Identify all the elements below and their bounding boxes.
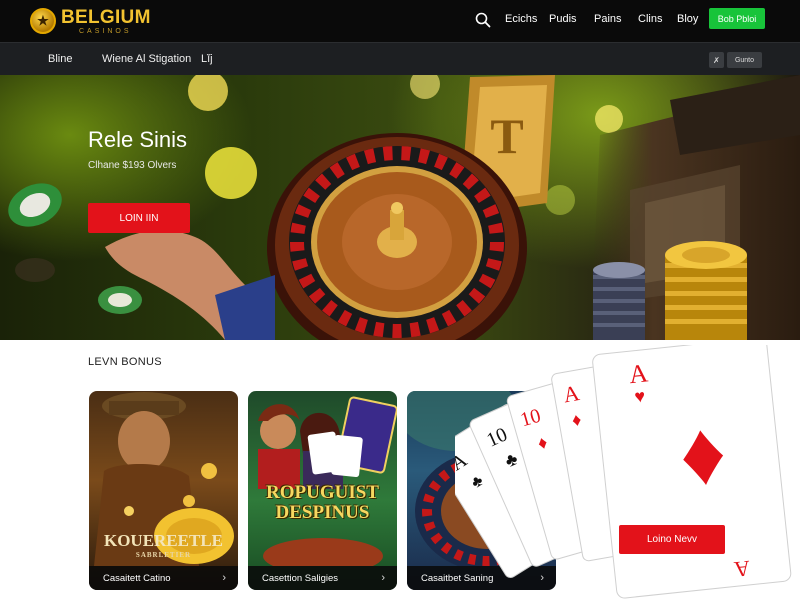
secondary-nav-bar: Bline Wiene Al Stigation Lĭj ✗ Gunto (0, 42, 800, 75)
nav-link-blog[interactable]: Bloy (677, 13, 698, 25)
nav-link-2[interactable]: Pudis (549, 13, 577, 25)
nav-link-1[interactable]: Ecichs (505, 13, 537, 25)
chip-stacks (593, 241, 747, 340)
signup-button[interactable]: Bob Pbloi (709, 8, 765, 29)
logo-emblem-icon: ★ (30, 8, 56, 34)
game-card-1-subtitle: SABRLETIER (135, 551, 192, 559)
promo-join-button[interactable]: Loino Nevv (619, 525, 725, 554)
hero-join-button[interactable]: LOIN IIN (88, 203, 190, 233)
game-card-2-artwork (258, 396, 397, 566)
svg-text:A: A (628, 358, 650, 389)
bokeh-light (188, 75, 228, 111)
hero-subtitle: Clhane $193 Olvers (88, 160, 177, 171)
game-card-1[interactable]: KOUEREETLE SABRLETIER Casaitett Catino › (89, 391, 238, 590)
game-card-1-caption: Casaitett Catino › (89, 566, 238, 590)
playing-card-ace-hearts: A ♥ ♦ A (592, 345, 792, 599)
search-icon[interactable] (474, 11, 492, 29)
hero-title: Rele Sinis (88, 127, 188, 152)
bokeh-light (205, 147, 257, 199)
playing-cards-fan: A ♣ 10 ♣ 10 ♦ A ♦ A ♥ ♦ A (455, 345, 792, 599)
poker-chips-left (8, 183, 62, 282)
nav-link-4[interactable]: Clins (638, 13, 662, 25)
top-navigation-bar: ★ BELGIUM CASINOS Ecichs Pudis Pains Cli… (0, 0, 800, 42)
game-card-1-caption-text: Casaitett Catino (103, 572, 171, 584)
subnav-option-button[interactable]: Gunto (727, 52, 762, 68)
bokeh-light (410, 75, 440, 99)
logo-wordmark: BELGIUM (61, 6, 151, 28)
chevron-right-icon[interactable]: › (381, 572, 385, 584)
svg-text:A: A (733, 556, 752, 583)
subnav-small-button[interactable]: ✗ (709, 52, 724, 68)
poker-chip (98, 286, 142, 314)
svg-text:♥: ♥ (633, 386, 646, 407)
subnav-item-1[interactable]: Bline (48, 53, 72, 65)
game-card-2[interactable]: ROPUGUIST DESPINUS Casettion Saligies › (248, 391, 397, 590)
game-card-2-title: ROPUGUIST DESPINUS (266, 482, 379, 523)
game-card-1-title: KOUEREETLE (103, 531, 224, 550)
roulette-wheel (267, 133, 527, 340)
section-heading: LEVN BONUS (88, 356, 162, 368)
game-card-2-caption-text: Casettion Saligies (262, 572, 339, 584)
subnav-item-2[interactable]: Wiene Al Stigation (102, 53, 191, 65)
subnav-item-3[interactable]: Lĭj (201, 53, 213, 65)
chevron-right-icon[interactable]: › (222, 572, 226, 584)
game-card-2-caption: Casettion Saligies › (248, 566, 397, 590)
nav-link-3[interactable]: Pains (594, 13, 622, 25)
logo-tagline: CASINOS (79, 27, 132, 35)
hero-banner: T Rele Sinis Clhane $193 Olvers LOIN IIN (0, 75, 800, 340)
site-logo[interactable]: ★ BELGIUM CASINOS (30, 3, 151, 39)
